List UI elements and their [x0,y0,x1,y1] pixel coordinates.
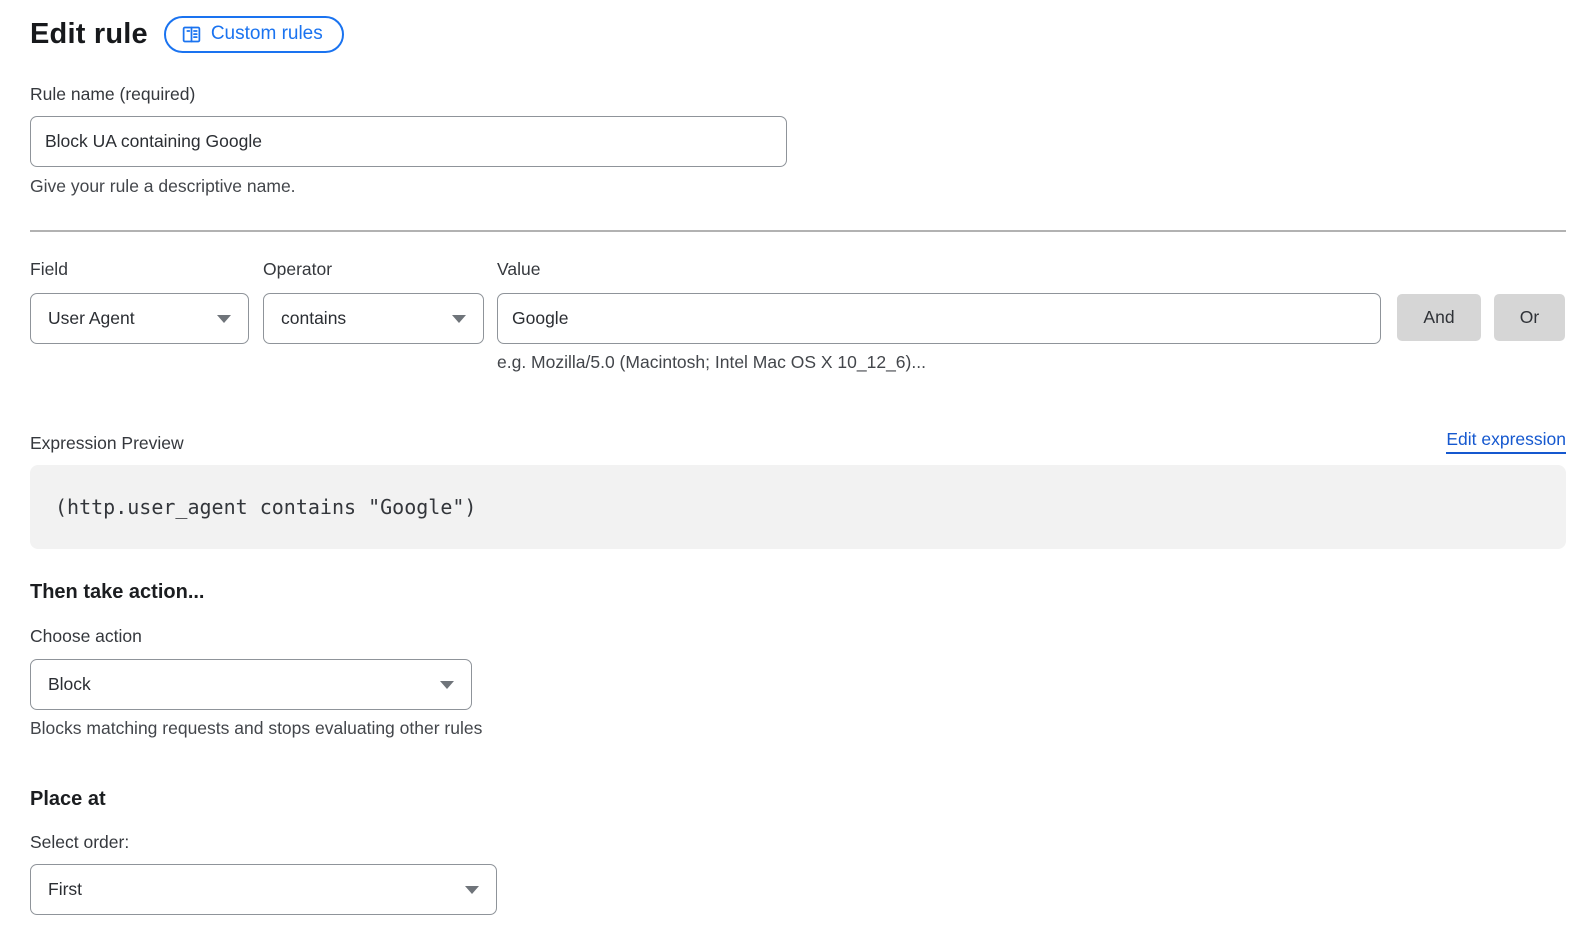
order-selected-value: First [48,879,82,900]
expression-preview-header: Expression Preview Edit expression [30,429,1566,454]
rule-name-input[interactable] [30,116,787,167]
rule-name-label: Rule name (required) [30,84,1566,105]
edit-expression-link[interactable]: Edit expression [1446,429,1566,454]
action-selected-value: Block [48,674,91,695]
value-input[interactable] [497,293,1381,344]
rule-name-help: Give your rule a descriptive name. [30,176,1566,197]
expression-builder-row: Field User Agent Operator contains Value… [30,259,1566,373]
choose-action-label: Choose action [30,626,1566,647]
action-help: Blocks matching requests and stops evalu… [30,718,1566,739]
caret-down-icon [217,315,231,323]
page-title: Edit rule [30,18,148,51]
or-button[interactable]: Or [1494,294,1565,341]
caret-down-icon [452,315,466,323]
field-selected-value: User Agent [48,308,135,329]
field-select[interactable]: User Agent [30,293,249,344]
and-button[interactable]: And [1397,294,1481,341]
caret-down-icon [440,681,454,689]
caret-down-icon [465,886,479,894]
value-label: Value [497,259,1381,280]
action-section: Then take action... Choose action Block … [30,581,1566,739]
expression-text: (http.user_agent contains "Google") [55,495,476,519]
placement-section: Place at Select order: First [30,788,1566,915]
action-select[interactable]: Block [30,659,472,710]
custom-rules-label: Custom rules [211,23,323,45]
select-order-label: Select order: [30,832,1566,853]
place-at-heading: Place at [30,788,1566,811]
action-heading: Then take action... [30,581,1566,604]
open-book-icon [181,24,202,45]
value-help: e.g. Mozilla/5.0 (Macintosh; Intel Mac O… [497,352,1381,373]
expression-preview-label: Expression Preview [30,433,184,454]
rule-name-input-wrap [30,116,787,167]
custom-rules-button[interactable]: Custom rules [164,16,344,53]
operator-select[interactable]: contains [263,293,484,344]
operator-label: Operator [263,259,484,280]
edit-rule-page: Edit rule Custom rules Rule name (requir… [0,0,1587,915]
rule-name-section: Rule name (required) Give your rule a de… [30,84,1566,197]
field-column: Field User Agent [30,259,249,344]
operator-column: Operator contains [263,259,484,344]
section-divider [30,230,1566,232]
expression-preview-code: (http.user_agent contains "Google") [30,465,1566,549]
order-select[interactable]: First [30,864,497,915]
page-header: Edit rule Custom rules [30,16,1566,53]
value-column: Value e.g. Mozilla/5.0 (Macintosh; Intel… [497,259,1381,373]
operator-selected-value: contains [281,308,346,329]
field-label: Field [30,259,249,280]
